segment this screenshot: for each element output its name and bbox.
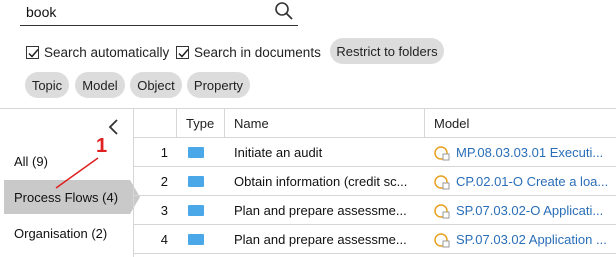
model-link[interactable]: SP.07.03.02-O Applicati... xyxy=(456,203,603,218)
model-icon xyxy=(434,174,450,189)
checkbox-checked-icon xyxy=(26,45,39,59)
model-cell: CP.02.01-O Create a loa... xyxy=(426,167,616,196)
model-icon xyxy=(434,145,450,160)
folder-icon xyxy=(188,205,204,216)
model-link[interactable]: MP.08.03.03.01 Executi... xyxy=(456,145,603,160)
filter-chip-property[interactable]: Property xyxy=(187,72,250,98)
filter-chip-topic[interactable]: Topic xyxy=(25,72,69,98)
folder-icon xyxy=(188,147,204,158)
model-icon xyxy=(434,232,450,247)
result-name: Plan and prepare assessme... xyxy=(234,203,407,218)
row-number: 3 xyxy=(160,203,168,218)
checkbox-checked-icon xyxy=(176,45,189,59)
table-row[interactable]: 2 Obtain information (credit sc... CP.02… xyxy=(134,167,616,196)
column-header-number xyxy=(134,109,174,138)
search-in-documents-checkbox[interactable]: Search in documents xyxy=(176,43,321,61)
type-cell xyxy=(178,225,222,254)
result-name: Plan and prepare assessme... xyxy=(234,232,407,247)
model-cell: SP.07.03.02 Application ... xyxy=(426,225,616,254)
search-input[interactable] xyxy=(26,2,266,22)
row-number: 1 xyxy=(160,145,168,160)
model-cell: MP.08.03.03.01 Executi... xyxy=(426,138,616,167)
filter-chip-model[interactable]: Model xyxy=(75,72,125,98)
search-automatically-label: Search automatically xyxy=(44,44,170,60)
result-name: Initiate an audit xyxy=(234,145,323,160)
filter-chip-object[interactable]: Object xyxy=(130,72,182,98)
column-header-model[interactable]: Model xyxy=(426,109,616,138)
search-bar xyxy=(20,0,298,26)
search-in-documents-label: Search in documents xyxy=(194,44,321,60)
model-icon xyxy=(434,203,450,218)
column-header-name[interactable]: Name xyxy=(226,109,422,138)
row-number: 2 xyxy=(160,174,168,189)
annotation-number: 1 xyxy=(96,135,108,157)
table-row[interactable]: 4 Plan and prepare assessme... SP.07.03.… xyxy=(134,225,616,254)
type-cell xyxy=(178,167,222,196)
search-automatically-checkbox[interactable]: Search automatically xyxy=(26,43,169,61)
chevron-left-icon[interactable] xyxy=(106,118,122,136)
nav-item-process-flows[interactable]: Process Flows (4) xyxy=(4,180,140,214)
column-header-type[interactable]: Type xyxy=(178,109,222,138)
nav-item-all[interactable]: All (9) xyxy=(14,154,48,169)
model-link[interactable]: CP.02.01-O Create a loa... xyxy=(456,174,608,189)
table-header-row: Type Name Model xyxy=(134,109,616,138)
restrict-to-folders-button[interactable]: Restrict to folders xyxy=(330,38,444,64)
folder-icon xyxy=(188,234,204,245)
folder-icon xyxy=(188,176,204,187)
search-icon[interactable] xyxy=(274,1,294,21)
row-number: 4 xyxy=(160,232,168,247)
nav-item-label: Process Flows (4) xyxy=(14,189,119,205)
result-name: Obtain information (credit sc... xyxy=(234,174,408,189)
model-link[interactable]: SP.07.03.02 Application ... xyxy=(456,232,607,247)
type-cell xyxy=(178,196,222,225)
table-row[interactable]: 1 Initiate an audit MP.08.03.03.01 Execu… xyxy=(134,138,616,167)
nav-item-organisation[interactable]: Organisation (2) xyxy=(14,226,107,241)
table-row[interactable]: 3 Plan and prepare assessme... SP.07.03.… xyxy=(134,196,616,225)
model-cell: SP.07.03.02-O Applicati... xyxy=(426,196,616,225)
type-cell xyxy=(178,138,222,167)
